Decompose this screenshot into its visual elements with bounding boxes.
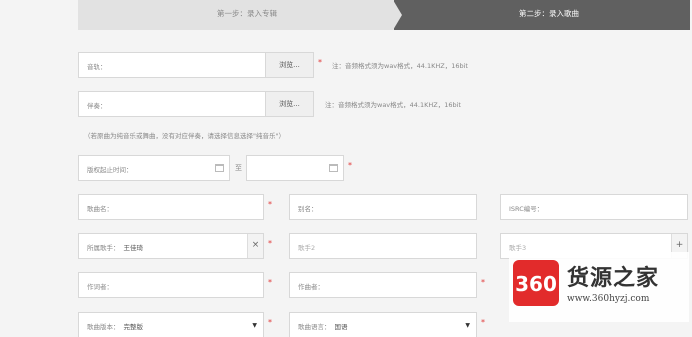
song-version-value: 完整版	[123, 323, 144, 331]
calendar-icon[interactable]	[215, 164, 224, 172]
singer-3-placeholder: 歌手3	[509, 244, 527, 252]
accompaniment-label: 伴奏：	[87, 102, 107, 110]
copyright-start-date-input[interactable]: 版权起止时间：	[78, 155, 230, 181]
composer-input[interactable]: 作曲者：	[289, 272, 477, 298]
copyright-end-date-input[interactable]	[246, 155, 344, 181]
lyricist-required-mark: *	[268, 278, 272, 287]
lyricist-input[interactable]: 作词者：	[78, 272, 264, 298]
song-language-label: 歌曲语言： 国语	[298, 323, 348, 331]
song-version-select[interactable]: 歌曲版本： 完整版 ▼	[78, 312, 264, 337]
step-1-tab[interactable]: 第一步：录入专辑	[78, 0, 396, 30]
accompaniment-browse-button[interactable]: 浏览...	[265, 92, 313, 116]
composer-label: 作曲者：	[298, 283, 324, 291]
alias-label: 别名：	[298, 205, 318, 213]
step-bar: 第一步：录入专辑 第二步：录入歌曲	[78, 0, 690, 30]
audio-required-mark: *	[318, 58, 322, 67]
audio-label: 音轨：	[87, 63, 107, 71]
date-separator: 至	[235, 164, 242, 172]
song-language-select[interactable]: 歌曲语言： 国语 ▼	[289, 312, 477, 337]
singer-label: 所属歌手： 王佳琦	[87, 244, 144, 252]
chevron-down-icon: ▼	[252, 322, 257, 329]
alias-input[interactable]: 别名：	[289, 194, 477, 220]
audio-browse-button[interactable]: 浏览...	[265, 53, 313, 77]
clear-singer-icon[interactable]: ×	[247, 234, 263, 258]
song-name-required-mark: *	[268, 200, 272, 209]
lyricist-label: 作词者：	[87, 283, 113, 291]
song-language-value: 国语	[334, 323, 348, 331]
watermark-title: 货源之家	[567, 266, 660, 291]
isrc-input[interactable]: ISRC编号：	[500, 194, 688, 220]
site-watermark: 360 货源之家 www.360hyzj.com	[509, 252, 689, 322]
audio-format-note: 注：音频格式须为wav格式，44.1KHZ，16bit	[332, 62, 468, 70]
song-name-label: 歌曲名：	[87, 205, 113, 213]
singer-required-mark: *	[268, 239, 272, 248]
copyright-label: 版权起止时间：	[87, 166, 133, 174]
singer-1-input[interactable]: 所属歌手： 王佳琦 ×	[78, 233, 264, 259]
song-name-input[interactable]: 歌曲名：	[78, 194, 264, 220]
singer-1-value: 王佳琦	[123, 244, 144, 252]
step-2-tab[interactable]: 第二步：录入歌曲	[393, 0, 690, 30]
isrc-label: ISRC编号：	[509, 205, 544, 213]
copyright-required-mark: *	[348, 161, 352, 170]
watermark-url: www.360hyzj.com	[567, 294, 650, 304]
watermark-logo-icon: 360	[513, 260, 559, 306]
step-2-label: 第二步：录入歌曲	[519, 9, 579, 18]
song-version-label: 歌曲版本： 完整版	[87, 323, 144, 331]
accompaniment-format-note: 注：音频格式须为wav格式，44.1KHZ，16bit	[325, 101, 461, 109]
chevron-down-icon: ▼	[465, 322, 470, 329]
accompaniment-file-field[interactable]: 伴奏： 浏览...	[78, 91, 314, 117]
language-required-mark: *	[481, 318, 485, 327]
composer-required-mark: *	[481, 278, 485, 287]
pure-music-hint: （若原曲为纯音乐或舞曲，没有对应伴奏，请选择信息选择"纯音乐"）	[84, 132, 285, 140]
step-arrow	[393, 0, 402, 30]
singer-2-placeholder: 歌手2	[298, 244, 316, 252]
singer-2-input[interactable]: 歌手2	[289, 233, 477, 259]
audio-file-field[interactable]: 音轨： 浏览...	[78, 52, 314, 78]
calendar-icon[interactable]	[329, 164, 338, 172]
version-required-mark: *	[268, 318, 272, 327]
